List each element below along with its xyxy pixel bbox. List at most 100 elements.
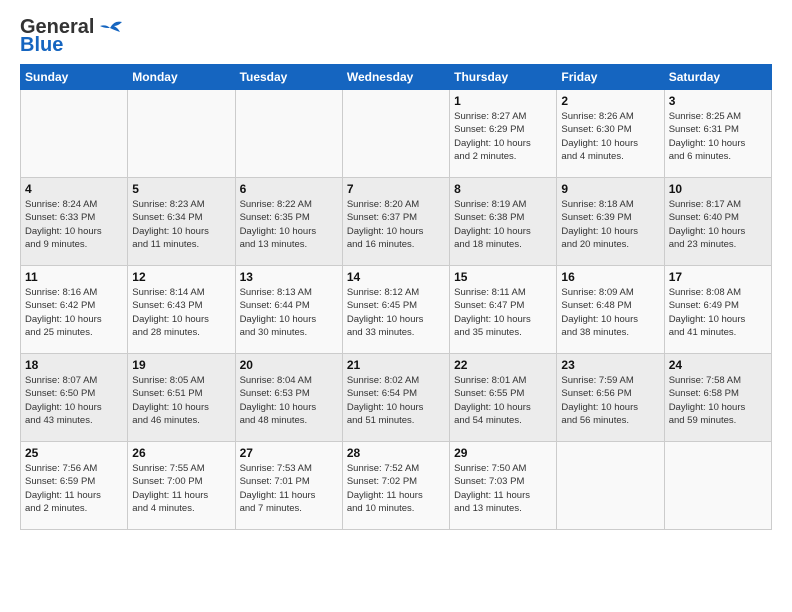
- day-info: Sunrise: 8:22 AM Sunset: 6:35 PM Dayligh…: [240, 198, 338, 251]
- calendar-cell: [235, 90, 342, 178]
- day-number: 17: [669, 270, 767, 284]
- calendar-cell: 24 Sunrise: 7:58 AM Sunset: 6:58 PM Dayli…: [664, 354, 771, 442]
- day-number: 25: [25, 446, 123, 460]
- logo-blue-text: Blue: [20, 34, 63, 56]
- calendar-cell: 21 Sunrise: 8:02 AM Sunset: 6:54 PM Dayli…: [342, 354, 449, 442]
- day-info: Sunrise: 8:08 AM Sunset: 6:49 PM Dayligh…: [669, 286, 767, 339]
- col-header-friday: Friday: [557, 65, 664, 90]
- day-info: Sunrise: 7:50 AM Sunset: 7:03 PM Dayligh…: [454, 462, 552, 515]
- day-number: 26: [132, 446, 230, 460]
- calendar-cell: 27 Sunrise: 7:53 AM Sunset: 7:01 PM Dayli…: [235, 442, 342, 530]
- day-number: 7: [347, 182, 445, 196]
- col-header-wednesday: Wednesday: [342, 65, 449, 90]
- day-info: Sunrise: 8:01 AM Sunset: 6:55 PM Dayligh…: [454, 374, 552, 427]
- calendar-cell: 10 Sunrise: 8:17 AM Sunset: 6:40 PM Dayli…: [664, 178, 771, 266]
- col-header-monday: Monday: [128, 65, 235, 90]
- day-info: Sunrise: 8:09 AM Sunset: 6:48 PM Dayligh…: [561, 286, 659, 339]
- day-number: 29: [454, 446, 552, 460]
- day-info: Sunrise: 7:52 AM Sunset: 7:02 PM Dayligh…: [347, 462, 445, 515]
- calendar-cell: 17 Sunrise: 8:08 AM Sunset: 6:49 PM Dayli…: [664, 266, 771, 354]
- day-number: 5: [132, 182, 230, 196]
- week-row-3: 11Sunrise: 8:16 AM Sunset: 6:42 PM Dayli…: [21, 266, 772, 354]
- day-number: 15: [454, 270, 552, 284]
- day-info: Sunrise: 8:14 AM Sunset: 6:43 PM Dayligh…: [132, 286, 230, 339]
- day-info: Sunrise: 8:17 AM Sunset: 6:40 PM Dayligh…: [669, 198, 767, 251]
- page-header: General Blue: [20, 16, 772, 56]
- calendar-cell: [557, 442, 664, 530]
- calendar-cell: 8Sunrise: 8:19 AM Sunset: 6:38 PM Daylig…: [450, 178, 557, 266]
- calendar-cell: [342, 90, 449, 178]
- day-info: Sunrise: 8:27 AM Sunset: 6:29 PM Dayligh…: [454, 110, 552, 163]
- calendar-cell: 12 Sunrise: 8:14 AM Sunset: 6:43 PM Dayli…: [128, 266, 235, 354]
- calendar-cell: [664, 442, 771, 530]
- day-info: Sunrise: 8:23 AM Sunset: 6:34 PM Dayligh…: [132, 198, 230, 251]
- day-number: 18: [25, 358, 123, 372]
- day-number: 6: [240, 182, 338, 196]
- day-number: 22: [454, 358, 552, 372]
- col-header-saturday: Saturday: [664, 65, 771, 90]
- calendar-cell: 3 Sunrise: 8:25 AM Sunset: 6:31 PM Daylig…: [664, 90, 771, 178]
- day-number: 19: [132, 358, 230, 372]
- calendar-cell: 16 Sunrise: 8:09 AM Sunset: 6:48 PM Dayli…: [557, 266, 664, 354]
- day-info: Sunrise: 8:05 AM Sunset: 6:51 PM Dayligh…: [132, 374, 230, 427]
- day-number: 10: [669, 182, 767, 196]
- calendar-cell: 23 Sunrise: 7:59 AM Sunset: 6:56 PM Dayli…: [557, 354, 664, 442]
- calendar-cell: [21, 90, 128, 178]
- day-info: Sunrise: 8:02 AM Sunset: 6:54 PM Dayligh…: [347, 374, 445, 427]
- calendar-cell: 15 Sunrise: 8:11 AM Sunset: 6:47 PM Dayli…: [450, 266, 557, 354]
- col-header-thursday: Thursday: [450, 65, 557, 90]
- day-info: Sunrise: 8:26 AM Sunset: 6:30 PM Dayligh…: [561, 110, 659, 163]
- calendar-cell: 13Sunrise: 8:13 AM Sunset: 6:44 PM Dayli…: [235, 266, 342, 354]
- day-number: 11: [25, 270, 123, 284]
- day-number: 2: [561, 94, 659, 108]
- calendar-cell: 25Sunrise: 7:56 AM Sunset: 6:59 PM Dayli…: [21, 442, 128, 530]
- day-number: 20: [240, 358, 338, 372]
- day-number: 12: [132, 270, 230, 284]
- day-info: Sunrise: 8:18 AM Sunset: 6:39 PM Dayligh…: [561, 198, 659, 251]
- day-number: 3: [669, 94, 767, 108]
- day-info: Sunrise: 8:25 AM Sunset: 6:31 PM Dayligh…: [669, 110, 767, 163]
- calendar-cell: 9 Sunrise: 8:18 AM Sunset: 6:39 PM Daylig…: [557, 178, 664, 266]
- calendar-cell: 11Sunrise: 8:16 AM Sunset: 6:42 PM Dayli…: [21, 266, 128, 354]
- day-info: Sunrise: 8:19 AM Sunset: 6:38 PM Dayligh…: [454, 198, 552, 251]
- calendar-cell: [128, 90, 235, 178]
- day-number: 27: [240, 446, 338, 460]
- week-row-4: 18Sunrise: 8:07 AM Sunset: 6:50 PM Dayli…: [21, 354, 772, 442]
- day-number: 4: [25, 182, 123, 196]
- day-info: Sunrise: 8:12 AM Sunset: 6:45 PM Dayligh…: [347, 286, 445, 339]
- day-info: Sunrise: 7:59 AM Sunset: 6:56 PM Dayligh…: [561, 374, 659, 427]
- day-number: 23: [561, 358, 659, 372]
- calendar-cell: 19 Sunrise: 8:05 AM Sunset: 6:51 PM Dayli…: [128, 354, 235, 442]
- day-info: Sunrise: 7:53 AM Sunset: 7:01 PM Dayligh…: [240, 462, 338, 515]
- day-number: 16: [561, 270, 659, 284]
- day-info: Sunrise: 8:11 AM Sunset: 6:47 PM Dayligh…: [454, 286, 552, 339]
- calendar-cell: 26 Sunrise: 7:55 AM Sunset: 7:00 PM Dayli…: [128, 442, 235, 530]
- day-number: 9: [561, 182, 659, 196]
- calendar-cell: 28 Sunrise: 7:52 AM Sunset: 7:02 PM Dayli…: [342, 442, 449, 530]
- day-number: 1: [454, 94, 552, 108]
- logo: General Blue: [20, 16, 124, 56]
- day-info: Sunrise: 8:24 AM Sunset: 6:33 PM Dayligh…: [25, 198, 123, 251]
- calendar-cell: 29 Sunrise: 7:50 AM Sunset: 7:03 PM Dayli…: [450, 442, 557, 530]
- day-number: 24: [669, 358, 767, 372]
- day-number: 13: [240, 270, 338, 284]
- logo-bird-icon: [96, 16, 124, 38]
- calendar-cell: 6 Sunrise: 8:22 AM Sunset: 6:35 PM Daylig…: [235, 178, 342, 266]
- calendar-cell: 2 Sunrise: 8:26 AM Sunset: 6:30 PM Daylig…: [557, 90, 664, 178]
- day-info: Sunrise: 7:55 AM Sunset: 7:00 PM Dayligh…: [132, 462, 230, 515]
- week-row-1: 1 Sunrise: 8:27 AM Sunset: 6:29 PM Daylig…: [21, 90, 772, 178]
- week-row-5: 25Sunrise: 7:56 AM Sunset: 6:59 PM Dayli…: [21, 442, 772, 530]
- calendar-cell: 14 Sunrise: 8:12 AM Sunset: 6:45 PM Dayli…: [342, 266, 449, 354]
- col-header-tuesday: Tuesday: [235, 65, 342, 90]
- day-number: 14: [347, 270, 445, 284]
- calendar-cell: 18Sunrise: 8:07 AM Sunset: 6:50 PM Dayli…: [21, 354, 128, 442]
- calendar-cell: 5 Sunrise: 8:23 AM Sunset: 6:34 PM Daylig…: [128, 178, 235, 266]
- calendar-cell: 20Sunrise: 8:04 AM Sunset: 6:53 PM Dayli…: [235, 354, 342, 442]
- day-info: Sunrise: 7:58 AM Sunset: 6:58 PM Dayligh…: [669, 374, 767, 427]
- calendar-table: SundayMondayTuesdayWednesdayThursdayFrid…: [20, 64, 772, 530]
- day-info: Sunrise: 8:20 AM Sunset: 6:37 PM Dayligh…: [347, 198, 445, 251]
- day-number: 28: [347, 446, 445, 460]
- day-number: 21: [347, 358, 445, 372]
- calendar-cell: 4 Sunrise: 8:24 AM Sunset: 6:33 PM Daylig…: [21, 178, 128, 266]
- calendar-cell: 7 Sunrise: 8:20 AM Sunset: 6:37 PM Daylig…: [342, 178, 449, 266]
